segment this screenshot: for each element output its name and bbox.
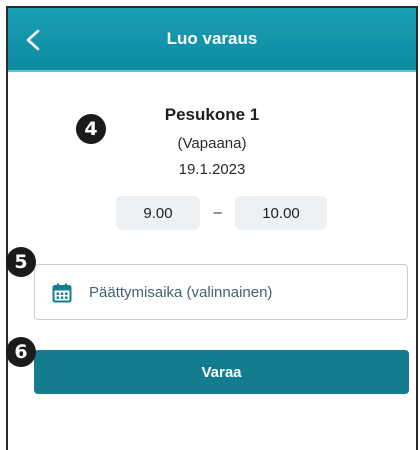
start-time-field[interactable]: 9.00 — [116, 196, 200, 230]
calendar-icon — [52, 283, 72, 303]
step-badge-5: 5 — [6, 247, 36, 277]
availability-status: (Vapaana) — [177, 135, 247, 152]
booking-form: Pesukone 1 (Vapaana) 19.1.2023 9.00 – 10… — [8, 74, 416, 450]
time-separator: – — [213, 204, 222, 221]
app-frame: Luo varaus Pesukone 1 (Vapaana) 19.1.202… — [6, 6, 418, 450]
resource-name: Pesukone 1 — [164, 105, 260, 124]
app-header: Luo varaus — [8, 8, 416, 72]
page-title: Luo varaus — [166, 29, 258, 48]
end-time-field[interactable]: 10.00 — [235, 196, 327, 230]
end-time-placeholder: Päättymisaika (valinnainen) — [89, 284, 273, 301]
book-button[interactable]: Varaa — [34, 350, 409, 394]
step-badge-6: 6 — [6, 337, 36, 367]
step-badge-4: 4 — [76, 114, 106, 144]
end-time-picker[interactable]: Päättymisaika (valinnainen) — [34, 264, 408, 320]
booking-date: 19.1.2023 — [178, 161, 246, 178]
